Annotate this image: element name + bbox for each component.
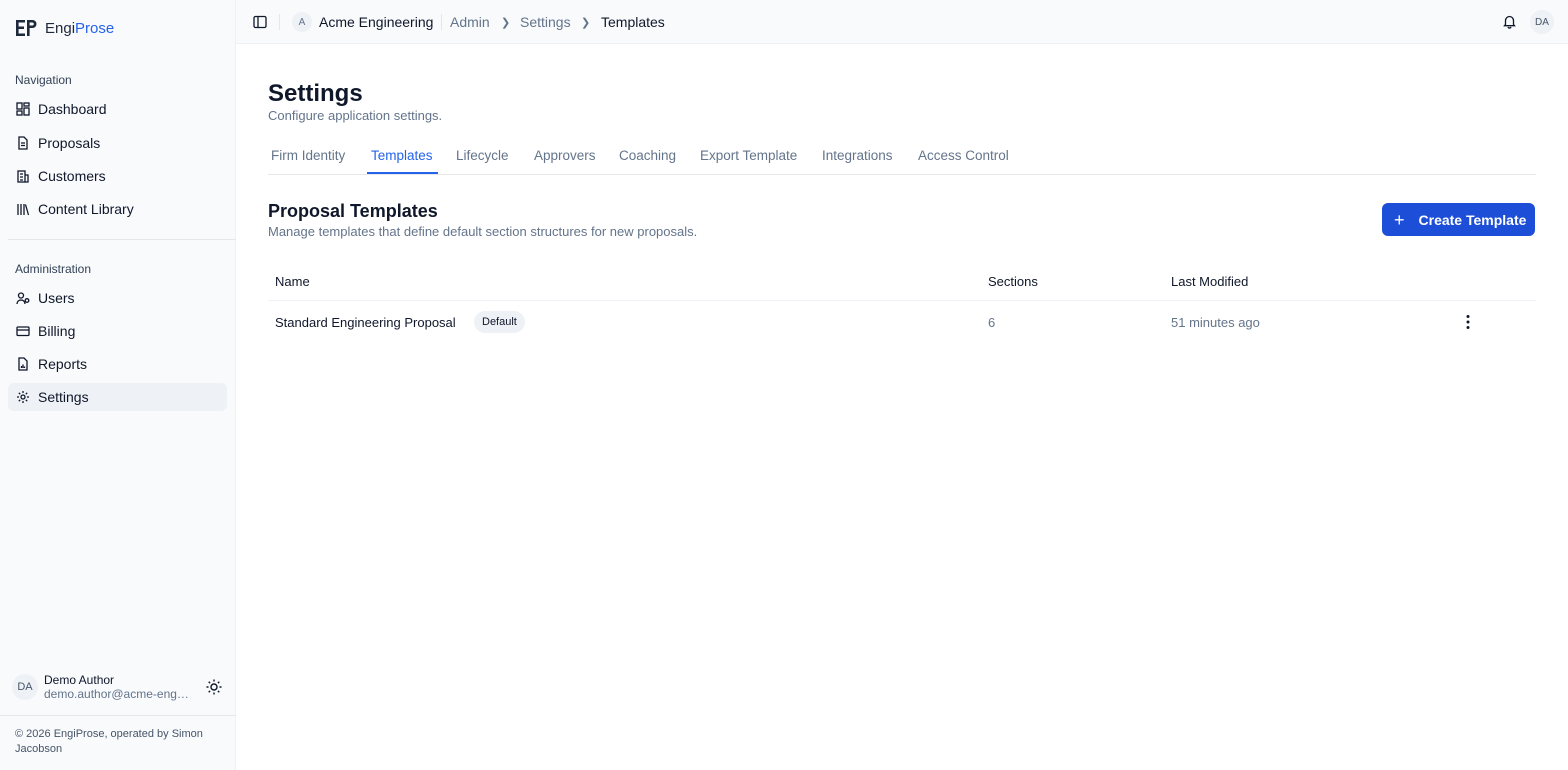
top-bar: A Acme Engineering Admin ❯ Settings ❯ Te… bbox=[236, 0, 1568, 44]
column-header-name: Name bbox=[275, 274, 310, 289]
tab-templates[interactable]: Templates bbox=[371, 148, 433, 163]
sidebar-item-customers[interactable]: Customers bbox=[8, 162, 227, 190]
page-title: Settings bbox=[268, 80, 363, 107]
settings-tabs: Firm Identity Templates Lifecycle Approv… bbox=[268, 144, 1536, 175]
brand-name: EngiProse bbox=[45, 20, 114, 37]
topbar-separator bbox=[441, 14, 442, 30]
sidebar-divider bbox=[8, 239, 236, 240]
tab-integrations[interactable]: Integrations bbox=[822, 148, 893, 163]
bell-icon[interactable] bbox=[1502, 14, 1517, 29]
sidebar-item-label: Billing bbox=[38, 323, 76, 339]
create-template-label: Create Template bbox=[1418, 211, 1527, 228]
user-name: Demo Author bbox=[44, 673, 115, 687]
sun-icon[interactable] bbox=[205, 678, 223, 696]
page-subtitle: Configure application settings. bbox=[268, 108, 443, 123]
section-subtitle: Manage templates that define default sec… bbox=[268, 224, 698, 239]
template-name: Standard Engineering Proposal bbox=[275, 315, 456, 330]
sidebar-toggle-icon[interactable] bbox=[253, 15, 267, 29]
table-header: Name Sections Last Modified bbox=[268, 264, 1536, 301]
tab-access-control[interactable]: Access Control bbox=[918, 148, 1009, 163]
user-email: demo.author@acme-engineering.com bbox=[44, 687, 190, 701]
breadcrumb-admin[interactable]: Admin bbox=[450, 14, 490, 30]
column-header-last-modified: Last Modified bbox=[1171, 274, 1249, 289]
sidebar: EngiProse Navigation Dashboard Proposals… bbox=[0, 0, 236, 770]
sidebar-item-settings[interactable]: Settings bbox=[8, 383, 227, 411]
tab-export-template[interactable]: Export Template bbox=[700, 148, 797, 163]
sidebar-item-users[interactable]: Users bbox=[8, 284, 227, 312]
users-icon bbox=[16, 292, 30, 305]
org-avatar: A bbox=[292, 12, 312, 32]
sidebar-item-billing[interactable]: Billing bbox=[8, 317, 227, 345]
sidebar-item-label: Users bbox=[38, 290, 75, 306]
dashboard-icon bbox=[16, 102, 30, 116]
breadcrumb-templates: Templates bbox=[601, 14, 665, 30]
chevron-right-icon: ❯ bbox=[501, 17, 511, 29]
sidebar-item-label: Settings bbox=[38, 389, 89, 405]
brand-name-part2: Prose bbox=[75, 19, 115, 37]
active-tab-indicator bbox=[367, 172, 438, 174]
library-icon bbox=[17, 204, 30, 216]
sidebar-item-label: Reports bbox=[38, 356, 88, 372]
section-title: Proposal Templates bbox=[268, 201, 438, 221]
sidebar-item-label: Content Library bbox=[38, 201, 134, 217]
gear-icon bbox=[17, 391, 29, 403]
sidebar-item-content-library[interactable]: Content Library bbox=[8, 195, 227, 223]
template-sections: 6 bbox=[988, 315, 996, 330]
topbar-separator bbox=[279, 14, 280, 30]
user-info: Demo Author demo.author@acme-engineering… bbox=[44, 673, 190, 701]
brand-logo[interactable]: EngiProse bbox=[15, 19, 114, 37]
table-row[interactable]: Standard Engineering Proposal Default 6 … bbox=[268, 301, 1536, 343]
administration-section-label: Administration bbox=[15, 262, 92, 276]
engiprose-logo-icon bbox=[16, 20, 37, 36]
template-last-modified: 51 minutes ago bbox=[1171, 315, 1260, 330]
building-icon bbox=[17, 170, 29, 183]
tab-approvers[interactable]: Approvers bbox=[534, 148, 596, 163]
tab-coaching[interactable]: Coaching bbox=[619, 148, 676, 163]
credit-card-icon bbox=[16, 326, 30, 337]
document-icon bbox=[18, 136, 28, 150]
sidebar-item-proposals[interactable]: Proposals bbox=[8, 129, 227, 157]
default-badge: Default bbox=[474, 311, 525, 333]
sidebar-item-dashboard[interactable]: Dashboard bbox=[8, 95, 227, 123]
report-icon bbox=[18, 357, 28, 371]
footer-divider bbox=[0, 715, 236, 716]
copyright-text: © 2026 EngiProse, operated by Simon Jaco… bbox=[15, 728, 203, 755]
column-header-sections: Sections bbox=[988, 274, 1038, 289]
more-actions-icon[interactable] bbox=[1460, 313, 1476, 331]
chevron-right-icon: ❯ bbox=[581, 17, 591, 29]
tab-firm-identity[interactable]: Firm Identity bbox=[271, 148, 345, 163]
sidebar-item-label: Customers bbox=[38, 168, 106, 184]
sidebar-item-label: Proposals bbox=[38, 135, 101, 151]
avatar: DA bbox=[12, 674, 38, 700]
org-switcher[interactable]: Acme Engineering bbox=[319, 14, 433, 30]
sidebar-item-reports[interactable]: Reports bbox=[8, 350, 227, 378]
tab-lifecycle[interactable]: Lifecycle bbox=[456, 148, 509, 163]
sidebar-item-label: Dashboard bbox=[38, 101, 107, 117]
user-profile[interactable]: DA Demo Author demo.author@acme-engineer… bbox=[12, 672, 227, 702]
create-template-button[interactable]: + Create Template bbox=[1382, 203, 1535, 236]
user-avatar-button[interactable]: DA bbox=[1530, 10, 1554, 34]
brand-name-part1: Engi bbox=[45, 19, 76, 37]
breadcrumb-settings[interactable]: Settings bbox=[520, 14, 571, 30]
plus-icon: + bbox=[1394, 209, 1405, 230]
navigation-section-label: Navigation bbox=[15, 73, 72, 87]
